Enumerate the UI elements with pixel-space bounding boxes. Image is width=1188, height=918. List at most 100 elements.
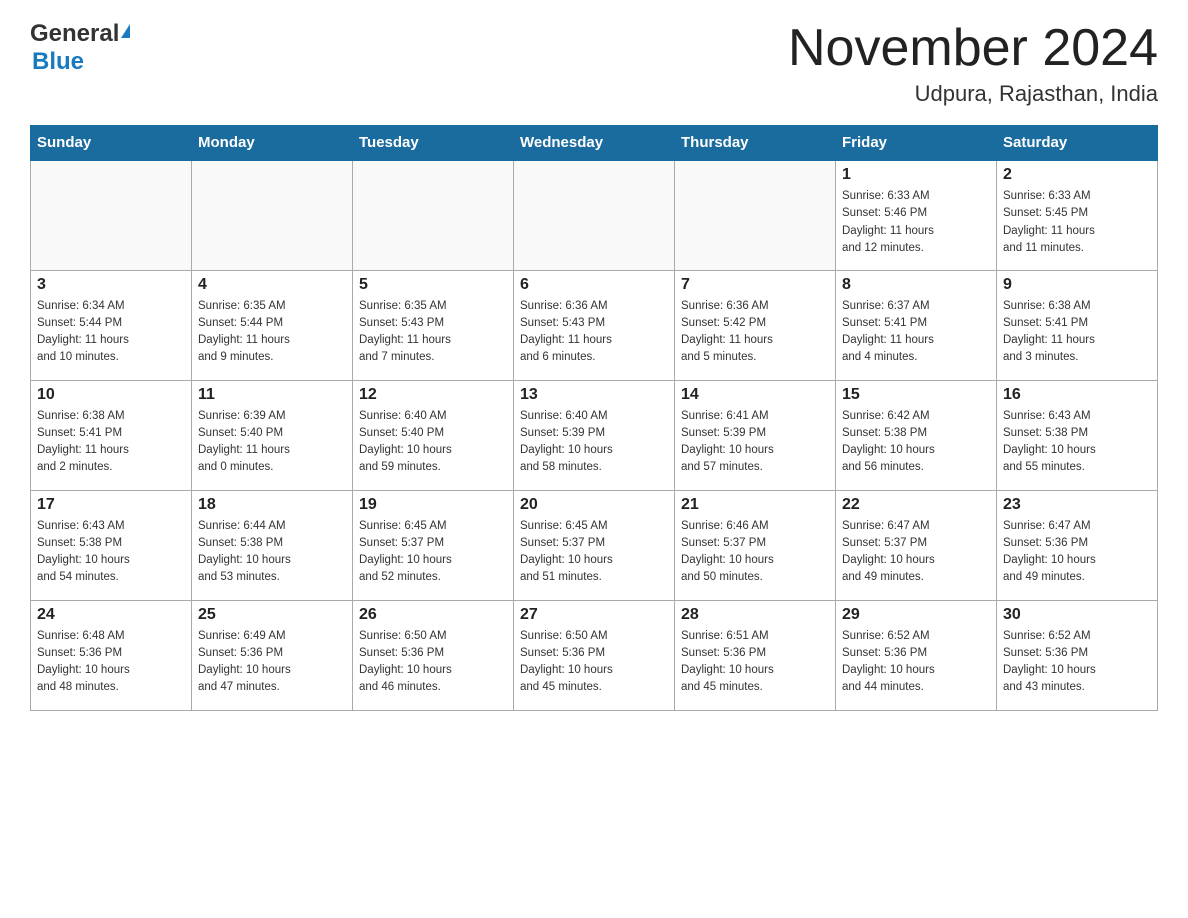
- calendar-cell: 6 Sunrise: 6:36 AM Sunset: 5:43 PM Daylig…: [514, 270, 675, 380]
- calendar-cell: 15Sunrise: 6:42 AM Sunset: 5:38 PM Dayli…: [836, 380, 997, 490]
- weekday-header-friday: Friday: [836, 126, 997, 161]
- day-info: Sunrise: 6:52 AM Sunset: 5:36 PM Dayligh…: [842, 628, 990, 697]
- day-number: 10: [37, 386, 185, 404]
- calendar-cell: 20 Sunrise: 6:45 AM Sunset: 5:37 PM Dayli…: [514, 490, 675, 600]
- calendar-body: 1 Sunrise: 6:33 AM Sunset: 5:46 PM Daylig…: [31, 160, 1158, 710]
- calendar-cell: 10 Sunrise: 6:38 AM Sunset: 5:41 PM Dayli…: [31, 380, 192, 490]
- day-number: 6: [520, 276, 668, 294]
- calendar-cell: [31, 160, 192, 270]
- logo-blue-text: Blue: [32, 48, 84, 75]
- day-number: 28: [681, 606, 829, 624]
- day-info: Sunrise: 6:36 AM Sunset: 5:42 PM Dayligh…: [681, 298, 829, 367]
- day-info: Sunrise: 6:47 AM Sunset: 5:37 PM Dayligh…: [842, 518, 990, 587]
- weekday-header-sunday: Sunday: [31, 126, 192, 161]
- calendar-cell: 11 Sunrise: 6:39 AM Sunset: 5:40 PM Dayli…: [192, 380, 353, 490]
- day-number: 19: [359, 496, 507, 514]
- day-info: Sunrise: 6:50 AM Sunset: 5:36 PM Dayligh…: [520, 628, 668, 697]
- calendar-cell: 9 Sunrise: 6:38 AM Sunset: 5:41 PM Daylig…: [997, 270, 1158, 380]
- calendar-cell: 23Sunrise: 6:47 AM Sunset: 5:36 PM Dayli…: [997, 490, 1158, 600]
- calendar-cell: 13 Sunrise: 6:40 AM Sunset: 5:39 PM Dayli…: [514, 380, 675, 490]
- day-info: Sunrise: 6:50 AM Sunset: 5:36 PM Dayligh…: [359, 628, 507, 697]
- day-info: Sunrise: 6:36 AM Sunset: 5:43 PM Dayligh…: [520, 298, 668, 367]
- day-number: 27: [520, 606, 668, 624]
- day-number: 24: [37, 606, 185, 624]
- day-number: 13: [520, 386, 668, 404]
- day-number: 8: [842, 276, 990, 294]
- day-info: Sunrise: 6:39 AM Sunset: 5:40 PM Dayligh…: [198, 408, 346, 477]
- day-number: 17: [37, 496, 185, 514]
- calendar-cell: 22 Sunrise: 6:47 AM Sunset: 5:37 PM Dayli…: [836, 490, 997, 600]
- day-info: Sunrise: 6:37 AM Sunset: 5:41 PM Dayligh…: [842, 298, 990, 367]
- calendar-cell: 17 Sunrise: 6:43 AM Sunset: 5:38 PM Dayli…: [31, 490, 192, 600]
- day-number: 3: [37, 276, 185, 294]
- day-number: 18: [198, 496, 346, 514]
- calendar-cell: 14 Sunrise: 6:41 AM Sunset: 5:39 PM Dayli…: [675, 380, 836, 490]
- day-info: Sunrise: 6:51 AM Sunset: 5:36 PM Dayligh…: [681, 628, 829, 697]
- day-number: 9: [1003, 276, 1151, 294]
- day-info: Sunrise: 6:33 AM Sunset: 5:45 PM Dayligh…: [1003, 188, 1151, 257]
- day-info: Sunrise: 6:40 AM Sunset: 5:40 PM Dayligh…: [359, 408, 507, 477]
- weekday-header-wednesday: Wednesday: [514, 126, 675, 161]
- day-number: 25: [198, 606, 346, 624]
- calendar-cell: [675, 160, 836, 270]
- day-info: Sunrise: 6:41 AM Sunset: 5:39 PM Dayligh…: [681, 408, 829, 477]
- day-number: 20: [520, 496, 668, 514]
- calendar-cell: 30 Sunrise: 6:52 AM Sunset: 5:36 PM Dayli…: [997, 600, 1158, 710]
- day-number: 23: [1003, 496, 1151, 514]
- location-title: Udpura, Rajasthan, India: [788, 81, 1158, 107]
- day-number: 16: [1003, 386, 1151, 404]
- calendar-cell: 7Sunrise: 6:36 AM Sunset: 5:42 PM Daylig…: [675, 270, 836, 380]
- month-title: November 2024: [788, 20, 1158, 77]
- calendar-cell: 25 Sunrise: 6:49 AM Sunset: 5:36 PM Dayli…: [192, 600, 353, 710]
- calendar-week-row: 1 Sunrise: 6:33 AM Sunset: 5:46 PM Daylig…: [31, 160, 1158, 270]
- day-info: Sunrise: 6:38 AM Sunset: 5:41 PM Dayligh…: [1003, 298, 1151, 367]
- calendar-week-row: 3 Sunrise: 6:34 AM Sunset: 5:44 PM Daylig…: [31, 270, 1158, 380]
- day-info: Sunrise: 6:43 AM Sunset: 5:38 PM Dayligh…: [37, 518, 185, 587]
- day-info: Sunrise: 6:45 AM Sunset: 5:37 PM Dayligh…: [520, 518, 668, 587]
- calendar-cell: [192, 160, 353, 270]
- weekday-header-thursday: Thursday: [675, 126, 836, 161]
- calendar-cell: 26Sunrise: 6:50 AM Sunset: 5:36 PM Dayli…: [353, 600, 514, 710]
- calendar-cell: 27 Sunrise: 6:50 AM Sunset: 5:36 PM Dayli…: [514, 600, 675, 710]
- calendar-week-row: 10 Sunrise: 6:38 AM Sunset: 5:41 PM Dayli…: [31, 380, 1158, 490]
- day-number: 22: [842, 496, 990, 514]
- day-info: Sunrise: 6:49 AM Sunset: 5:36 PM Dayligh…: [198, 628, 346, 697]
- title-section: November 2024 Udpura, Rajasthan, India: [788, 20, 1158, 107]
- calendar-cell: 29 Sunrise: 6:52 AM Sunset: 5:36 PM Dayli…: [836, 600, 997, 710]
- logo-triangle-icon: [121, 24, 130, 38]
- calendar-cell: 18 Sunrise: 6:44 AM Sunset: 5:38 PM Dayli…: [192, 490, 353, 600]
- calendar-cell: [514, 160, 675, 270]
- calendar-cell: 21Sunrise: 6:46 AM Sunset: 5:37 PM Dayli…: [675, 490, 836, 600]
- day-number: 15: [842, 386, 990, 404]
- calendar-week-row: 17 Sunrise: 6:43 AM Sunset: 5:38 PM Dayli…: [31, 490, 1158, 600]
- day-number: 4: [198, 276, 346, 294]
- calendar-cell: [353, 160, 514, 270]
- day-info: Sunrise: 6:34 AM Sunset: 5:44 PM Dayligh…: [37, 298, 185, 367]
- calendar-cell: 16 Sunrise: 6:43 AM Sunset: 5:38 PM Dayli…: [997, 380, 1158, 490]
- day-number: 14: [681, 386, 829, 404]
- calendar-cell: 12 Sunrise: 6:40 AM Sunset: 5:40 PM Dayli…: [353, 380, 514, 490]
- day-info: Sunrise: 6:52 AM Sunset: 5:36 PM Dayligh…: [1003, 628, 1151, 697]
- day-info: Sunrise: 6:43 AM Sunset: 5:38 PM Dayligh…: [1003, 408, 1151, 477]
- day-number: 21: [681, 496, 829, 514]
- day-info: Sunrise: 6:35 AM Sunset: 5:44 PM Dayligh…: [198, 298, 346, 367]
- day-info: Sunrise: 6:33 AM Sunset: 5:46 PM Dayligh…: [842, 188, 990, 257]
- day-info: Sunrise: 6:44 AM Sunset: 5:38 PM Dayligh…: [198, 518, 346, 587]
- day-number: 1: [842, 166, 990, 184]
- weekday-header-saturday: Saturday: [997, 126, 1158, 161]
- day-info: Sunrise: 6:45 AM Sunset: 5:37 PM Dayligh…: [359, 518, 507, 587]
- day-number: 2: [1003, 166, 1151, 184]
- day-info: Sunrise: 6:38 AM Sunset: 5:41 PM Dayligh…: [37, 408, 185, 477]
- day-number: 12: [359, 386, 507, 404]
- day-info: Sunrise: 6:40 AM Sunset: 5:39 PM Dayligh…: [520, 408, 668, 477]
- calendar-cell: 4 Sunrise: 6:35 AM Sunset: 5:44 PM Daylig…: [192, 270, 353, 380]
- day-number: 30: [1003, 606, 1151, 624]
- day-number: 29: [842, 606, 990, 624]
- calendar-week-row: 24 Sunrise: 6:48 AM Sunset: 5:36 PM Dayli…: [31, 600, 1158, 710]
- logo: General Blue: [30, 20, 130, 76]
- calendar-cell: 8 Sunrise: 6:37 AM Sunset: 5:41 PM Daylig…: [836, 270, 997, 380]
- header: General Blue November 2024 Udpura, Rajas…: [30, 20, 1158, 107]
- day-number: 11: [198, 386, 346, 404]
- day-number: 5: [359, 276, 507, 294]
- day-info: Sunrise: 6:48 AM Sunset: 5:36 PM Dayligh…: [37, 628, 185, 697]
